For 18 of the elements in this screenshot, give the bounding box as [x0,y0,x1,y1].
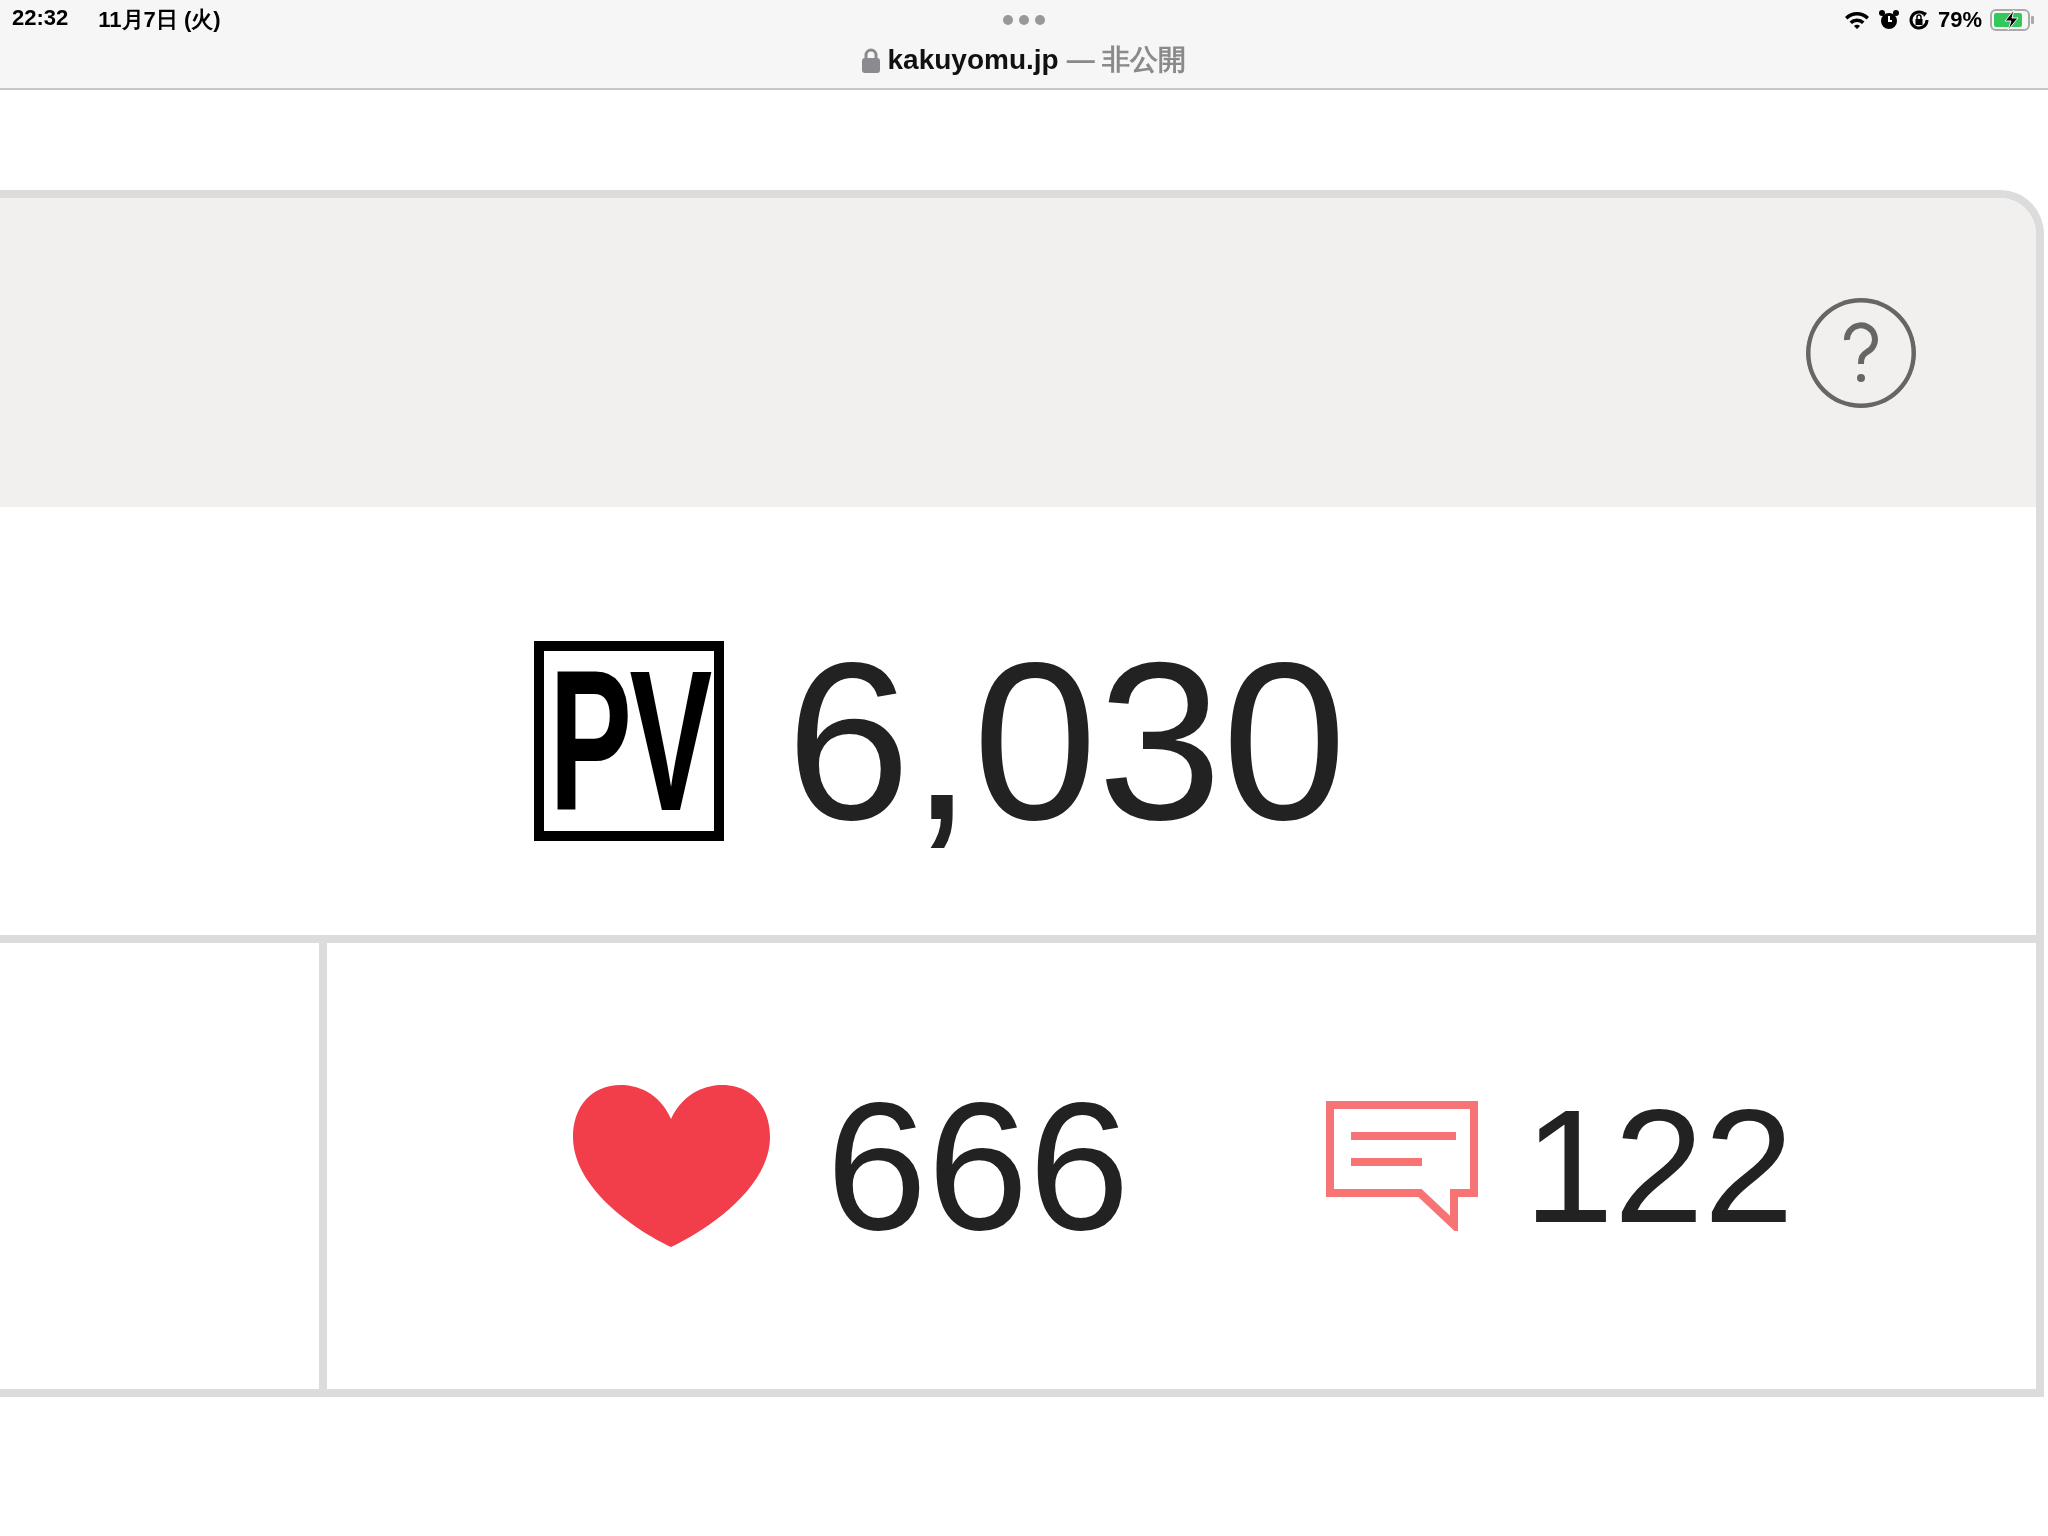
battery-charging-icon [1990,9,2036,31]
heart-icon [573,1085,770,1247]
page-view-count: 6,030 [786,629,1347,853]
status-time: 22:32 [12,5,69,32]
more-icon[interactable] [1002,14,1046,26]
help-icon[interactable] [1806,297,1916,408]
status-date: 11月7日 (火) [98,6,221,34]
like-count: 666 [826,1075,1130,1257]
url-domain[interactable]: kakuyomu.jp [887,44,1059,76]
alarm-clock-icon [1877,9,1900,31]
rotation-lock-icon [1907,9,1930,31]
comment-count: 122 [1523,1085,1794,1247]
lock-icon [861,47,880,73]
wifi-icon [1843,10,1870,30]
pv-badge: PV [534,641,724,841]
battery-percentage: 79% [1937,7,1982,33]
comment-icon [1325,1101,1478,1231]
privacy-status: — 非公開 [1066,43,1187,77]
